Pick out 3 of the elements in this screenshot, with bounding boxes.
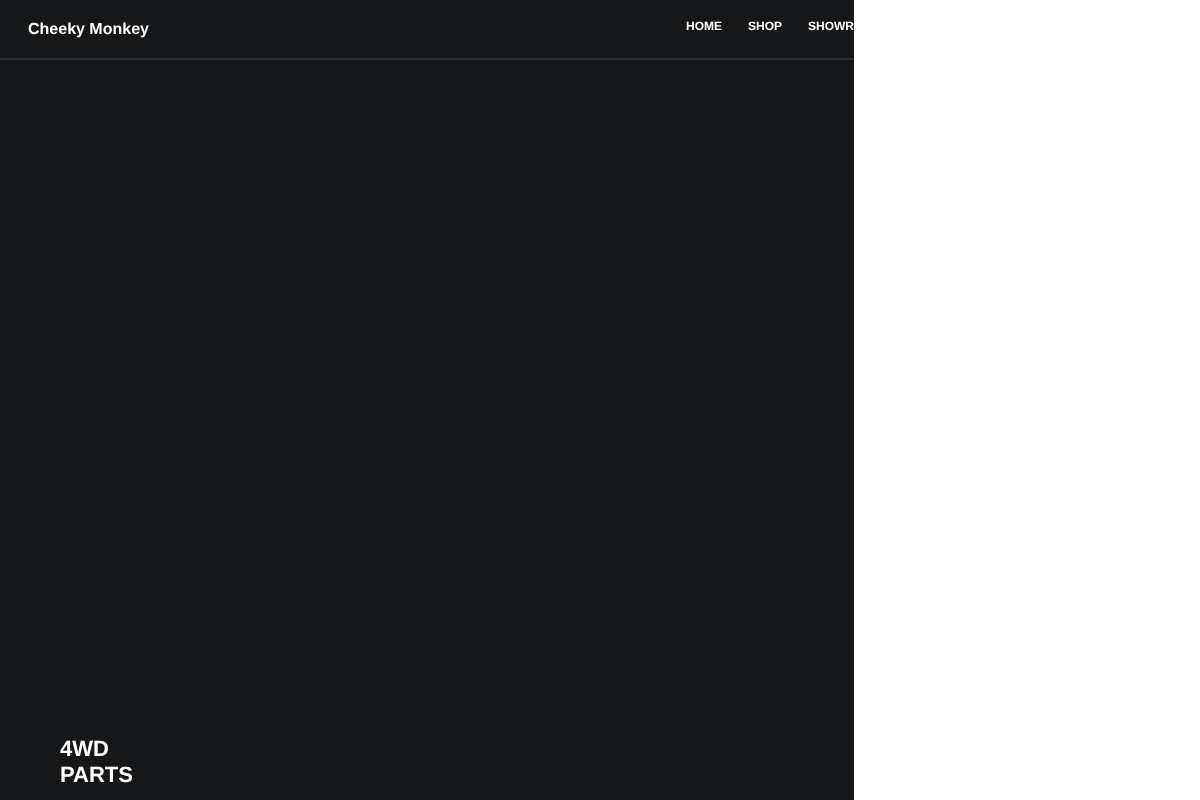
hero-heading: 4WD	[60, 738, 111, 764]
brand-name[interactable]: Cheeky Monkey	[28, 17, 149, 41]
hero-heading: PARTS	[60, 764, 135, 790]
